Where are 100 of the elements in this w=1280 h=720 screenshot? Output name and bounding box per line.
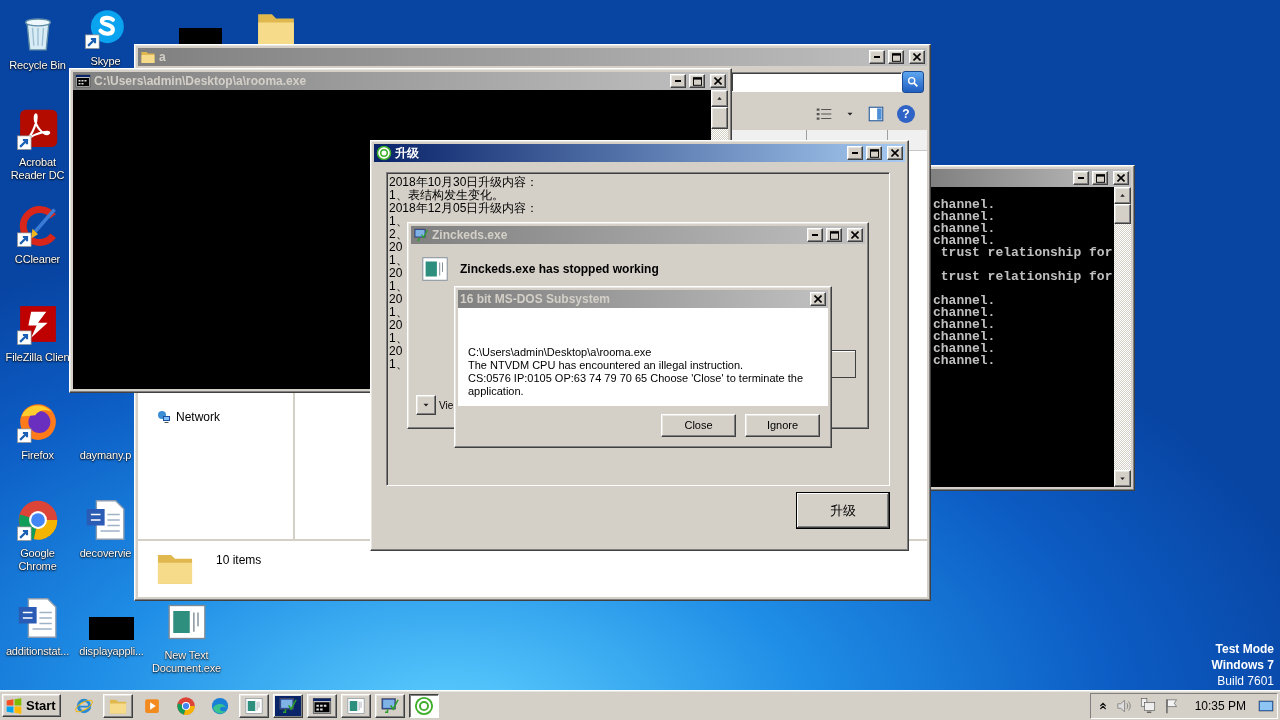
minimize-button[interactable] [847,146,863,160]
minimize-button[interactable] [807,228,823,242]
icon-label[interactable]: additionstat... [5,645,70,658]
close-icon [851,231,859,239]
redacted-block [89,617,134,640]
app-window-icon [243,695,264,716]
minimize-icon [675,80,681,82]
maximize-button[interactable] [689,74,705,88]
icon-label[interactable]: FileZilla Clien [5,351,70,364]
close-button[interactable] [847,228,863,242]
close-button[interactable] [887,146,903,160]
browser-icon [209,695,230,716]
monitor-icon [277,695,298,716]
maximize-button[interactable] [826,228,842,242]
minimize-button[interactable] [670,74,686,88]
log-line: 2、 [389,228,408,241]
system-label: Test Mode [1215,641,1274,657]
window-title: 16 bit MS-DOS Subsystem [460,292,611,306]
icon-label[interactable]: Recycle Bin [9,59,66,72]
maximize-button[interactable] [888,50,904,64]
minimize-button[interactable] [869,50,885,64]
console-line: channel. [933,295,997,307]
monitor-icon [379,695,400,716]
console-line: channel. [933,211,997,223]
log-line: 1、表结构发生变化。 [389,189,504,202]
maximize-icon [1095,173,1105,183]
close-button[interactable]: Close [661,413,736,437]
folder-icon [140,49,156,65]
log-line: 20 [389,267,403,280]
scrollbar[interactable] [1114,187,1131,487]
network-icon [156,409,172,425]
console-line: channel. [933,307,997,319]
maximize-button[interactable] [866,146,882,160]
message-text: C:\Users\admin\Desktop\a\rooma.exe [468,346,653,359]
scrollbar-thumb[interactable] [711,107,728,129]
icon-label[interactable]: Google Chrome [2,547,73,573]
close-icon [913,53,921,61]
close-icon [714,77,722,85]
scroll-up-button[interactable] [1114,187,1131,204]
icon-label[interactable]: daymany.p [79,449,132,462]
console-line: channel. [933,343,997,355]
ring-icon [376,145,392,161]
icon-label[interactable]: CCleaner [14,253,61,266]
icon-label[interactable]: Acrobat Reader DC [2,156,73,182]
search-button[interactable] [902,70,924,93]
close-button[interactable] [810,292,826,306]
upgrade-button[interactable]: 升级 [796,492,890,529]
close-icon [814,295,822,303]
log-line: 1、 [389,306,408,319]
log-line: 20 [389,293,403,306]
log-line: 2018年10月30日升级内容： [389,176,539,189]
scroll-up-button[interactable] [711,90,728,107]
scrollbar-thumb[interactable] [1114,204,1131,224]
console-line: channel. [933,319,997,331]
start-button[interactable]: Start [2,694,61,717]
log-line: 1、 [389,358,408,371]
nav-item[interactable]: Network [138,409,220,425]
console-line: channel. [933,223,997,235]
system-label: Windows 7 [1211,657,1274,673]
log-line: 1、 [389,280,408,293]
help-button[interactable]: ? [897,104,915,123]
search-field[interactable] [731,71,902,92]
details-toggle-label[interactable]: Vie [439,399,454,411]
log-line: 20 [389,345,403,358]
close-icon [1117,174,1125,182]
minimize-button[interactable] [1073,171,1089,185]
console-line: channel. [933,331,997,343]
console-line: trust relationship for [939,271,1114,286]
minimize-icon [1078,177,1084,179]
up-arrow-icon [715,94,724,103]
down-arrow-icon [1118,474,1127,483]
clock[interactable]: 10:35 PM [1194,698,1246,713]
window-title: C:\Users\admin\Desktop\a\rooma.exe [94,74,307,88]
icon-label[interactable]: Firefox [21,449,54,462]
system-label: Build 7601 [1217,673,1274,689]
minimize-icon [874,56,880,58]
close-button[interactable] [710,74,726,88]
error-heading: Zinckeds.exe has stopped working [460,262,659,276]
expand-button[interactable] [416,395,436,415]
ignore-button[interactable]: Ignore [745,413,820,437]
log-line: 2018年12月05日升级内容： [389,202,539,215]
item-count: 10 items [216,553,262,567]
console-line: channel. [933,199,997,211]
maximize-button[interactable] [1092,171,1108,185]
icon-label[interactable]: Skype [90,55,121,68]
taskbar-button[interactable] [408,693,439,718]
close-button[interactable] [909,50,925,64]
app-window-icon [420,254,450,284]
icon-label[interactable]: decovervie [79,547,132,560]
browser-icon [175,695,196,716]
preview-pane-icon [867,104,885,123]
console-icon [311,695,332,716]
close-icon [891,149,899,157]
scroll-down-button[interactable] [1114,470,1131,487]
monitor-icon [413,227,429,243]
close-button[interactable] [1113,171,1129,185]
network-icon [1138,696,1157,715]
show-desktop-icon [1258,697,1274,714]
windows-logo-icon [5,696,23,715]
log-line: 1、 [389,254,408,267]
